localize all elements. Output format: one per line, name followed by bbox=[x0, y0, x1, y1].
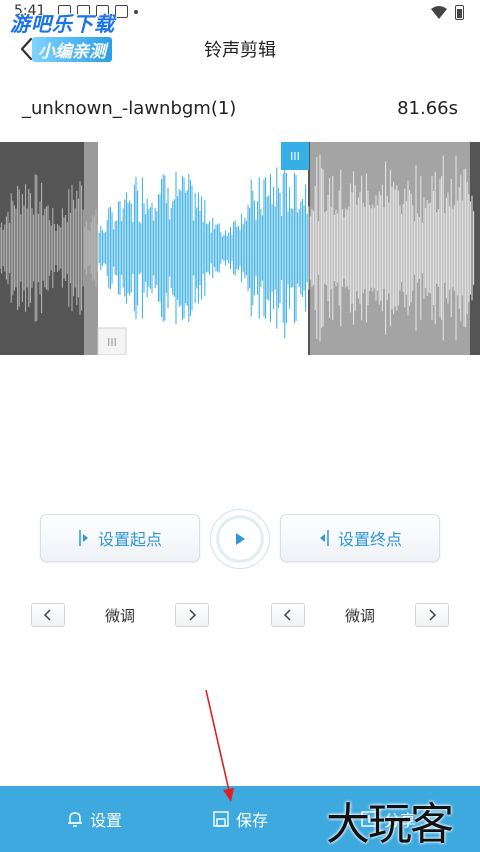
end-handle[interactable]: III bbox=[281, 142, 309, 170]
set-end-label: 设置终点 bbox=[337, 530, 402, 549]
fine-tune-end-label: 微调 bbox=[344, 607, 375, 625]
chevron-right-icon bbox=[189, 609, 197, 621]
watermark-line1: 游吧乐下载 bbox=[10, 12, 115, 36]
brand-watermark: 大玩客 bbox=[326, 799, 454, 850]
chevron-left-icon bbox=[283, 609, 291, 621]
fine-tune-start: 微调 bbox=[31, 603, 209, 627]
start-handle[interactable]: III bbox=[97, 327, 127, 355]
set-end-button[interactable]: 设置终点 bbox=[280, 514, 440, 562]
set-start-icon bbox=[79, 530, 88, 546]
save-button[interactable]: 保存 bbox=[212, 786, 268, 852]
set-start-button[interactable]: 设置起点 bbox=[40, 514, 200, 562]
waveform-graphic[interactable]: III III bbox=[0, 142, 480, 355]
save-icon bbox=[213, 811, 229, 827]
fine-tune-start-prev-button[interactable] bbox=[31, 603, 65, 627]
bell-icon bbox=[68, 812, 82, 827]
chevron-left-icon bbox=[43, 609, 51, 621]
annotation-arrow bbox=[205, 689, 234, 802]
file-duration: 81.66s bbox=[397, 98, 458, 119]
battery-icon bbox=[455, 5, 464, 20]
fine-tune-end-prev-button[interactable] bbox=[271, 603, 305, 627]
play-button[interactable] bbox=[210, 509, 270, 569]
settings-label: 设置 bbox=[90, 811, 123, 830]
file-name: _unknown_-lawnbgm(1) bbox=[22, 98, 237, 119]
fine-tune-start-label: 微调 bbox=[104, 607, 135, 625]
set-end-icon bbox=[319, 530, 329, 546]
system-icons bbox=[431, 5, 464, 20]
play-icon bbox=[236, 533, 245, 545]
chevron-right-icon bbox=[429, 609, 437, 621]
fine-tune-end-next-button[interactable] bbox=[415, 603, 449, 627]
settings-button[interactable]: 设置 bbox=[66, 786, 122, 852]
waveform-editor[interactable]: III III bbox=[0, 142, 480, 355]
page-title: 铃声剪辑 bbox=[204, 40, 276, 61]
play-button-inner[interactable] bbox=[216, 515, 264, 563]
save-label: 保存 bbox=[236, 811, 269, 830]
fine-tune-start-next-button[interactable] bbox=[175, 603, 209, 627]
wifi-icon bbox=[431, 5, 447, 19]
set-start-label: 设置起点 bbox=[97, 530, 162, 549]
start-handle-glyph: III bbox=[107, 336, 117, 349]
end-handle-glyph: III bbox=[290, 150, 300, 163]
fine-tune-end: 微调 bbox=[271, 603, 449, 627]
